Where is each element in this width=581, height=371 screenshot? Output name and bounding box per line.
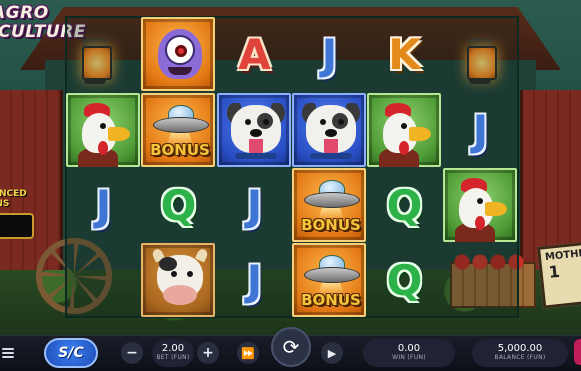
reel-symbol-j: J — [321, 29, 338, 79]
reel-symbol-q: Q — [386, 255, 423, 305]
bet-value: 2.00 — [161, 343, 185, 354]
reel-symbol-q: Q — [160, 180, 197, 230]
sign-line-2: 1 — [547, 261, 561, 282]
bet-increase-button[interactable]: + — [197, 342, 219, 364]
reel-symbol-q: Q — [386, 180, 423, 230]
reel-symbol-bonus: BONUS — [292, 243, 366, 317]
enhanced-spins-title: ANCED INS — [0, 189, 40, 209]
reel-symbol-a: A — [238, 29, 271, 79]
mother-sign: MOTHE 1 — [536, 241, 581, 309]
spin-button[interactable]: ⟳ — [271, 327, 311, 367]
reel-symbol-j: J — [95, 180, 112, 230]
balance-readout: 5,000.00 BALANCE (FUN) — [472, 339, 568, 367]
side-accent-tab[interactable] — [574, 339, 581, 365]
balance-label: BALANCE (FUN) — [494, 354, 546, 361]
reel-symbol-cow — [141, 243, 215, 317]
reel-symbol-j: J — [472, 105, 489, 155]
turbo-icon[interactable]: ⏩ — [237, 342, 259, 364]
menu-icon[interactable] — [2, 346, 14, 358]
bonus-label: BONUS — [301, 291, 361, 309]
enhanced-spins-box[interactable] — [0, 213, 34, 239]
enhanced-spins-title-line2: INS — [0, 199, 10, 209]
win-readout: 0.00 WIN (FUN) — [363, 339, 455, 367]
reel-symbol-j: J — [246, 255, 263, 305]
game-scene: AGRO CULTURE ANCED INS MOTHE 1 J BONUS Q… — [0, 0, 581, 370]
reel-symbol-rooster — [367, 93, 441, 167]
autoplay-icon[interactable]: ▶ — [321, 342, 343, 364]
win-value: 0.00 — [397, 343, 421, 354]
win-label: WIN (FUN) — [392, 354, 426, 361]
reel-symbol-bonus: BONUS — [141, 93, 215, 167]
bet-label: BET (FUN) — [156, 354, 190, 361]
bonus-label: BONUS — [150, 141, 210, 159]
balance-value: 5,000.00 — [497, 343, 543, 354]
reel-symbol-bulldog — [292, 93, 366, 167]
reel-symbol-rooster — [443, 168, 517, 242]
enhanced-spins-panel[interactable]: ANCED INS — [0, 189, 40, 247]
enhanced-spins-title-line1: ANCED — [0, 189, 27, 199]
reel-symbol-k: K — [388, 29, 421, 79]
sc-currency-button[interactable]: S/C — [44, 338, 98, 368]
spin-icon: ⟳ — [282, 335, 300, 359]
reel-symbol-bulldog — [217, 93, 291, 167]
reel-symbol-j: J — [246, 180, 263, 230]
reel-symbol-rooster — [66, 93, 140, 167]
bet-decrease-button[interactable]: − — [121, 342, 143, 364]
bonus-label: BONUS — [301, 216, 361, 234]
reel-symbol-alien — [141, 17, 215, 91]
reel-symbol-bonus: BONUS — [292, 168, 366, 242]
bet-readout: 2.00 BET (FUN) — [152, 339, 194, 367]
